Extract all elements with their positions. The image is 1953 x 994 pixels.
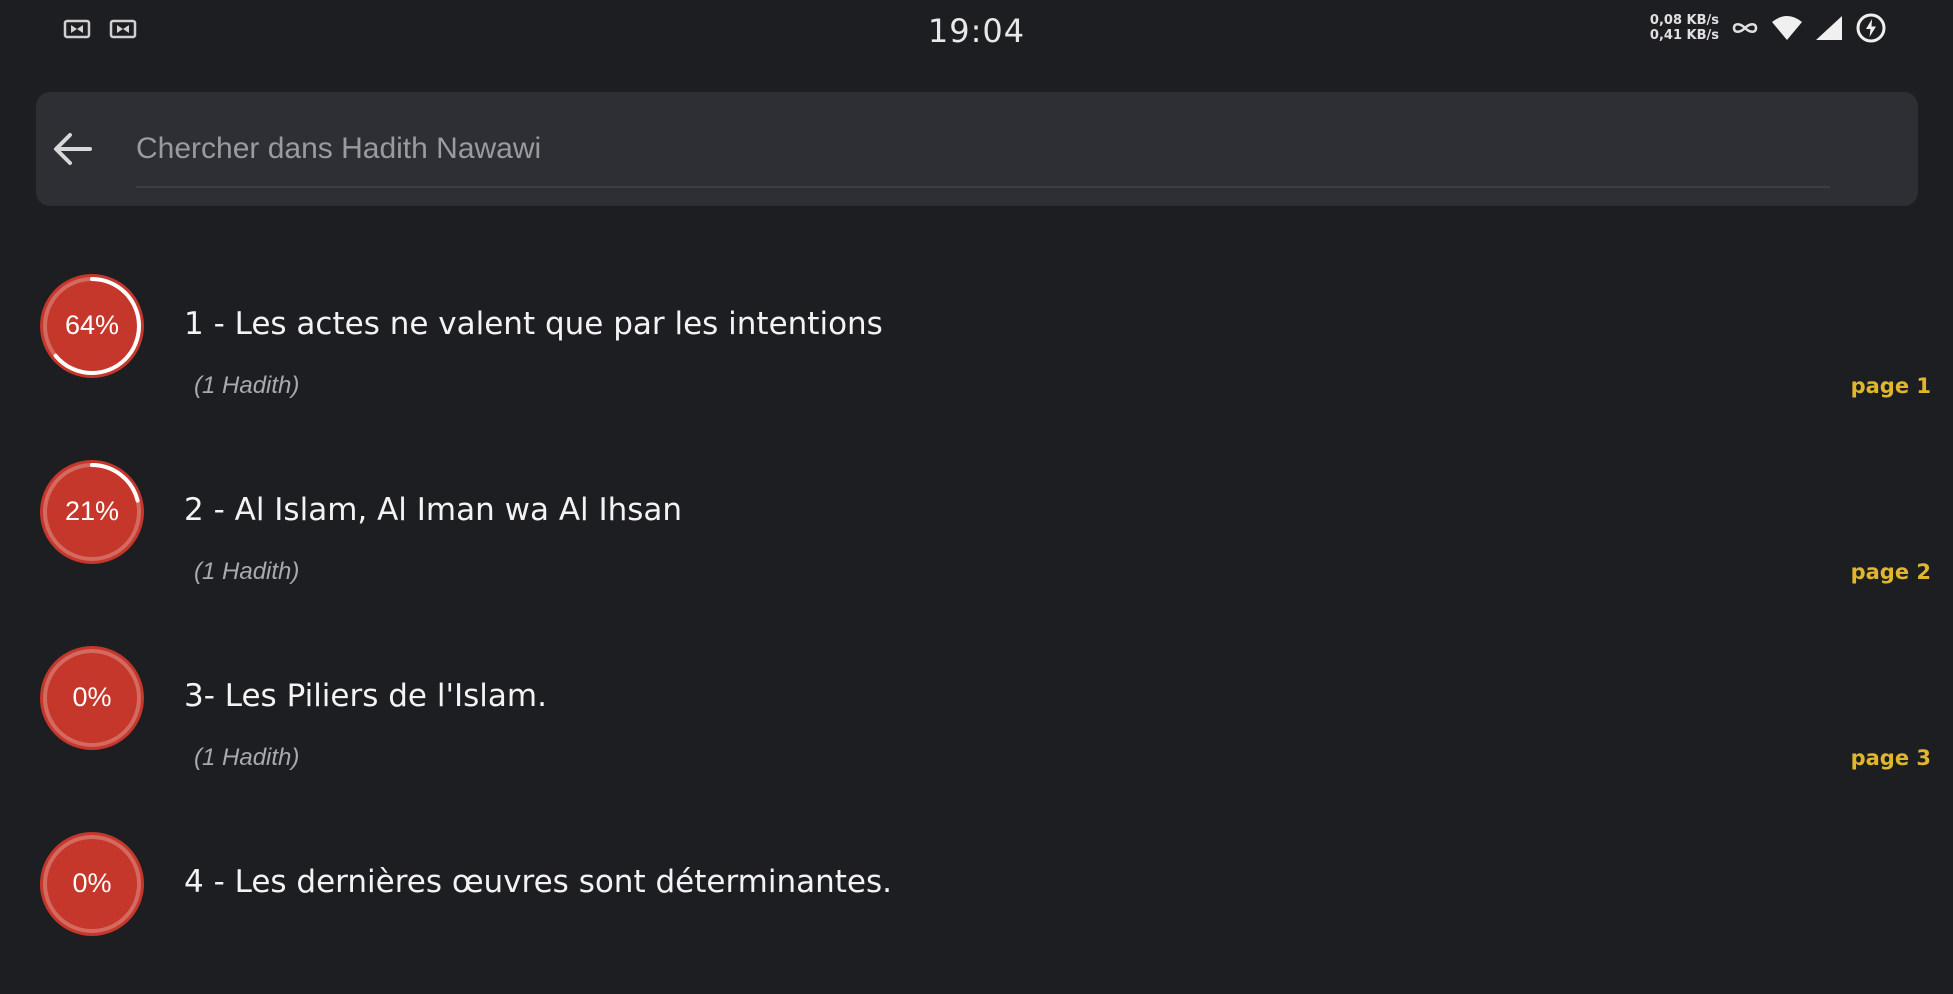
page-label: page 2: [1850, 560, 1931, 584]
chapter-row[interactable]: 0% 4 - Les dernières œuvres sont détermi…: [0, 808, 1953, 994]
chapter-row[interactable]: 64% 1 - Les actes ne valent que par les …: [0, 250, 1953, 436]
back-arrow-icon[interactable]: [48, 124, 98, 174]
hadith-count: (1 Hadith): [194, 744, 300, 771]
chapter-row[interactable]: 0% 3- Les Piliers de l'Islam. (1 Hadith)…: [0, 622, 1953, 808]
progress-percent: 0%: [72, 682, 112, 712]
net-speed-down: 0,08 KB/s: [1649, 13, 1719, 28]
chapter-title: 3- Les Piliers de l'Islam.: [184, 678, 547, 714]
net-speed-up: 0,41 KB/s: [1649, 28, 1719, 43]
hadith-count: (1 Hadith): [194, 372, 300, 399]
progress-percent: 64%: [64, 310, 120, 340]
hadith-count: (1 Hadith): [194, 558, 300, 585]
page-label: page 1: [1850, 374, 1931, 398]
net-speed: 0,08 KB/s 0,41 KB/s: [1650, 13, 1719, 43]
chapter-title: 2 - Al Islam, Al Iman wa Al Ihsan: [184, 492, 683, 528]
battery-icon: [1856, 13, 1886, 43]
progress-percent: 0%: [72, 868, 112, 898]
status-bar: 19:04 0,08 KB/s 0,41 KB/s: [0, 0, 1953, 64]
signal-icon: [1816, 16, 1842, 40]
search-input[interactable]: [136, 124, 1830, 174]
chapter-row[interactable]: 21% 2 - Al Islam, Al Iman wa Al Ihsan (1…: [0, 436, 1953, 622]
chapter-title: 4 - Les dernières œuvres sont déterminan…: [184, 864, 892, 900]
page-label: page 3: [1850, 746, 1931, 770]
status-right-icons: 0,08 KB/s 0,41 KB/s: [1650, 12, 1887, 44]
wifi-icon: [1772, 16, 1802, 40]
search-underline: [136, 186, 1830, 188]
infinity-icon: [1732, 23, 1758, 33]
progress-percent: 21%: [64, 496, 120, 526]
chapter-title: 1 - Les actes ne valent que par les inte…: [184, 306, 883, 342]
